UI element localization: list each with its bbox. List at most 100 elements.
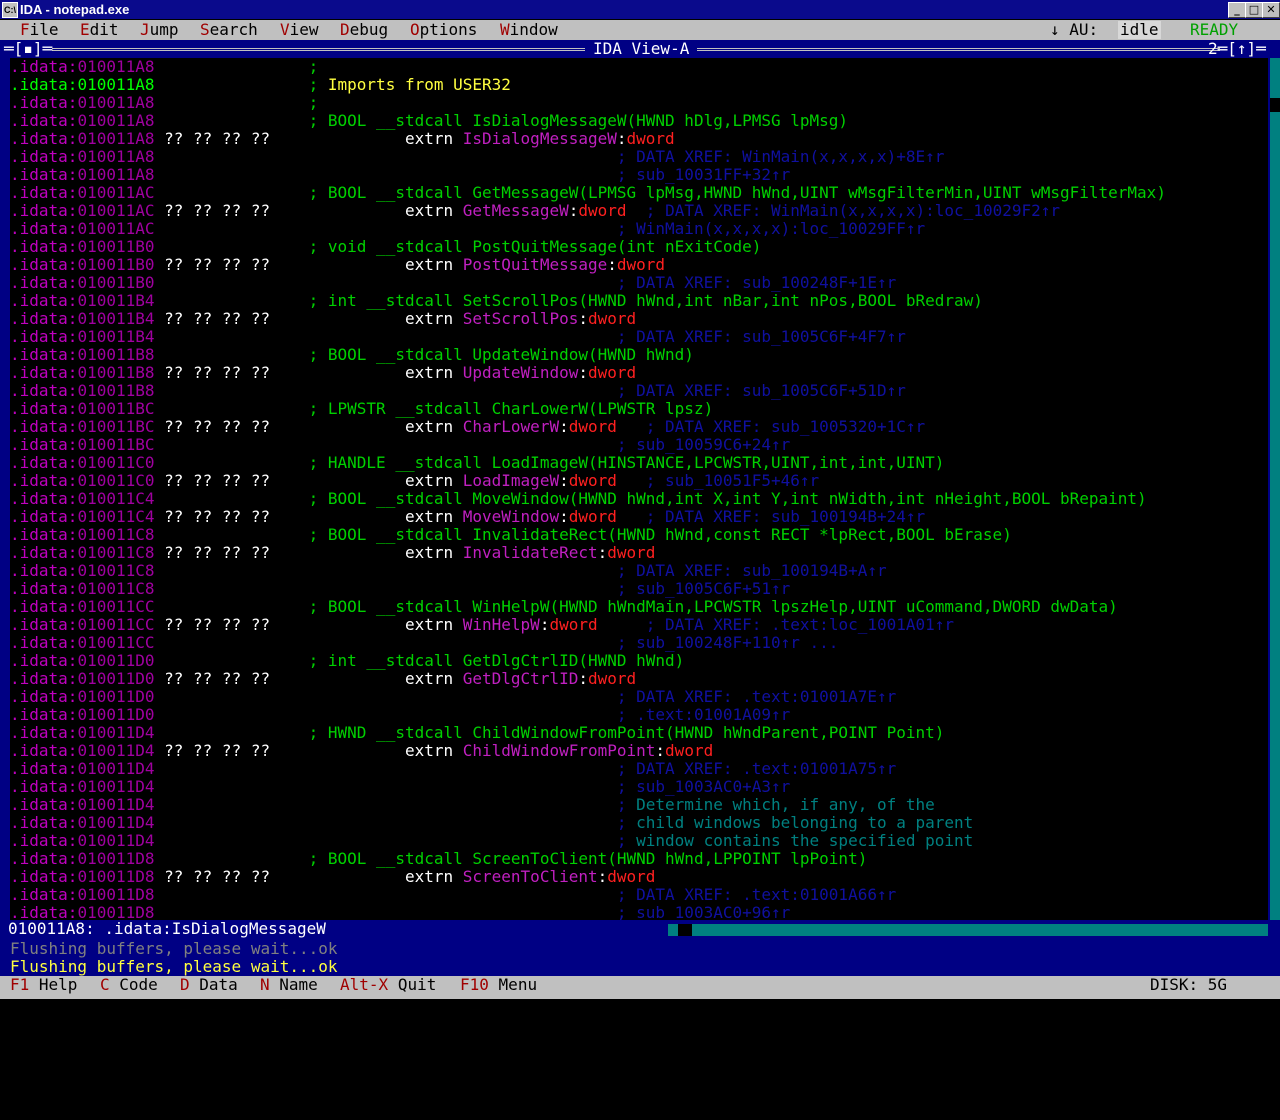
- listing-row[interactable]: .idata:010011D4 ; DATA XREF: .text:01001…: [10, 760, 1268, 778]
- row-address: 010011D4: [77, 831, 155, 850]
- row-text-nm[interactable]: UpdateWindow: [463, 363, 579, 382]
- menu-options[interactable]: Options: [410, 21, 477, 39]
- listing-row[interactable]: .idata:010011CC ; sub_100248F+110↑r ...: [10, 634, 1268, 652]
- menu-view[interactable]: View: [280, 21, 319, 39]
- listing-row[interactable]: .idata:010011D8 ; sub_1003AC0+96↑r: [10, 904, 1268, 921]
- listing-row[interactable]: .idata:010011D0 ; .text:01001A09↑r: [10, 706, 1268, 724]
- row-text-nm[interactable]: MoveWindow: [463, 507, 559, 526]
- row-address: 010011D8: [77, 867, 155, 886]
- listing-row[interactable]: .idata:010011A8 ; BOOL __stdcall IsDialo…: [10, 112, 1268, 130]
- menu-search[interactable]: Search: [200, 21, 258, 39]
- row-address: 010011C8: [77, 525, 155, 544]
- segment-prefix: .idata:: [10, 579, 78, 598]
- listing-row[interactable]: .idata:010011D4 ; child windows belongin…: [10, 814, 1268, 832]
- disassembly-listing[interactable]: .idata:010011A8 ; .idata:010011A8 ; Impo…: [10, 58, 1268, 920]
- menu-debug[interactable]: Debug: [340, 21, 388, 39]
- listing-row[interactable]: .idata:010011D4 ; sub_1003AC0+A3↑r: [10, 778, 1268, 796]
- listing-row[interactable]: .idata:010011B8 ; DATA XREF: sub_1005C6F…: [10, 382, 1268, 400]
- listing-row[interactable]: .idata:010011BC ; LPWSTR __stdcall CharL…: [10, 400, 1268, 418]
- view-zoom-button[interactable]: 2═[↑]═: [1208, 40, 1266, 58]
- listing-row[interactable]: .idata:010011A8 ; sub_10031FF+32↑r: [10, 166, 1268, 184]
- listing-row[interactable]: .idata:010011D0 ?? ?? ?? ?? extrn GetDlg…: [10, 670, 1268, 688]
- row-text-nm[interactable]: PostQuitMessage: [463, 255, 608, 274]
- row-text-nm[interactable]: SetScrollPos: [463, 309, 579, 328]
- listing-row[interactable]: .idata:010011C4 ; BOOL __stdcall MoveWin…: [10, 490, 1268, 508]
- menu-window[interactable]: Window: [500, 21, 558, 39]
- menu-jump[interactable]: Jump: [140, 21, 179, 39]
- listing-row[interactable]: .idata:010011B4 ; int __stdcall SetScrol…: [10, 292, 1268, 310]
- listing-row[interactable]: .idata:010011C8 ; BOOL __stdcall Invalid…: [10, 526, 1268, 544]
- minimize-icon[interactable]: _: [1228, 2, 1246, 18]
- row-text-nm[interactable]: InvalidateRect: [463, 543, 598, 562]
- maximize-icon[interactable]: □: [1245, 2, 1263, 18]
- listing-row[interactable]: .idata:010011AC ; BOOL __stdcall GetMess…: [10, 184, 1268, 202]
- listing-row[interactable]: .idata:010011C4 ?? ?? ?? ?? extrn MoveWi…: [10, 508, 1268, 526]
- listing-row[interactable]: .idata:010011AC ?? ?? ?? ?? extrn GetMes…: [10, 202, 1268, 220]
- listing-row[interactable]: .idata:010011A8 ?? ?? ?? ?? extrn IsDial…: [10, 130, 1268, 148]
- hscroll-thumb[interactable]: [678, 924, 692, 936]
- listing-row[interactable]: .idata:010011D0 ; int __stdcall GetDlgCt…: [10, 652, 1268, 670]
- listing-row[interactable]: .idata:010011B8 ; BOOL __stdcall UpdateW…: [10, 346, 1268, 364]
- listing-row[interactable]: .idata:010011D8 ?? ?? ?? ?? extrn Screen…: [10, 868, 1268, 886]
- horizontal-scrollbar[interactable]: [668, 924, 1268, 936]
- menu-hotkey: J: [140, 20, 150, 39]
- row-text-tp: dword: [578, 201, 627, 220]
- menu-file[interactable]: File: [20, 21, 59, 39]
- listing-row[interactable]: .idata:010011D0 ; DATA XREF: .text:01001…: [10, 688, 1268, 706]
- row-text-nm[interactable]: WinHelpW: [463, 615, 540, 634]
- listing-row[interactable]: .idata:010011B4 ; DATA XREF: sub_1005C6F…: [10, 328, 1268, 346]
- listing-row[interactable]: .idata:010011CC ; BOOL __stdcall WinHelp…: [10, 598, 1268, 616]
- row-text-nm[interactable]: ChildWindowFromPoint: [463, 741, 656, 760]
- listing-row[interactable]: .idata:010011B4 ?? ?? ?? ?? extrn SetScr…: [10, 310, 1268, 328]
- listing-row[interactable]: .idata:010011D8 ; BOOL __stdcall ScreenT…: [10, 850, 1268, 868]
- listing-row[interactable]: .idata:010011C8 ; sub_1005C6F+51↑r: [10, 580, 1268, 598]
- listing-row[interactable]: .idata:010011CC ?? ?? ?? ?? extrn WinHel…: [10, 616, 1268, 634]
- fkey-data[interactable]: D Data: [180, 976, 238, 994]
- listing-row[interactable]: .idata:010011AC ; WinMain(x,x,x,x):loc_1…: [10, 220, 1268, 238]
- row-text-nm[interactable]: IsDialogMessageW: [463, 129, 617, 148]
- listing-row[interactable]: .idata:010011D4 ?? ?? ?? ?? extrn ChildW…: [10, 742, 1268, 760]
- scroll-thumb[interactable]: [1270, 98, 1280, 112]
- listing-row[interactable]: .idata:010011C8 ?? ?? ?? ?? extrn Invali…: [10, 544, 1268, 562]
- listing-row[interactable]: .idata:010011C0 ?? ?? ?? ?? extrn LoadIm…: [10, 472, 1268, 490]
- row-text-nm[interactable]: ScreenToClient: [463, 867, 598, 886]
- menu-label: ump: [149, 20, 179, 39]
- row-text-bytes: ?? ?? ?? ??: [154, 363, 271, 382]
- listing-row[interactable]: .idata:010011A8 ;: [10, 94, 1268, 112]
- close-icon[interactable]: ✕: [1262, 2, 1280, 18]
- listing-row[interactable]: .idata:010011D4 ; window contains the sp…: [10, 832, 1268, 850]
- listing-row[interactable]: .idata:010011C0 ; HANDLE __stdcall LoadI…: [10, 454, 1268, 472]
- menu-edit[interactable]: Edit: [80, 21, 119, 39]
- listing-row[interactable]: .idata:010011A8 ; Imports from USER32: [10, 76, 1268, 94]
- row-text-xr: ; sub_1003AC0+A3↑r: [154, 777, 791, 796]
- listing-row[interactable]: .idata:010011D4 ; Determine which, if an…: [10, 796, 1268, 814]
- listing-row[interactable]: .idata:010011A8 ; DATA XREF: WinMain(x,x…: [10, 148, 1268, 166]
- listing-row[interactable]: .idata:010011BC ?? ?? ?? ?? extrn CharLo…: [10, 418, 1268, 436]
- listing-row[interactable]: .idata:010011D4 ; HWND __stdcall ChildWi…: [10, 724, 1268, 742]
- listing-row[interactable]: .idata:010011B0 ; void __stdcall PostQui…: [10, 238, 1268, 256]
- row-text-nm[interactable]: CharLowerW: [463, 417, 559, 436]
- fkey-quit[interactable]: Alt-X Quit: [340, 976, 436, 994]
- menu-hotkey: D: [340, 20, 350, 39]
- fkey-name[interactable]: N Name: [260, 976, 318, 994]
- listing-row[interactable]: .idata:010011B8 ?? ?? ?? ?? extrn Update…: [10, 364, 1268, 382]
- row-address: 010011A8: [77, 165, 155, 184]
- view-close-button[interactable]: ═[▪]═: [4, 40, 52, 58]
- listing-row[interactable]: .idata:010011BC ; sub_10059C6+24↑r: [10, 436, 1268, 454]
- disk-space: DISK: 5G: [1150, 975, 1228, 994]
- row-address: 010011C8: [77, 579, 155, 598]
- segment-prefix: .idata:: [10, 381, 78, 400]
- listing-row[interactable]: .idata:010011C8 ; DATA XREF: sub_100194B…: [10, 562, 1268, 580]
- listing-row[interactable]: .idata:010011B0 ?? ?? ?? ?? extrn PostQu…: [10, 256, 1268, 274]
- listing-row[interactable]: .idata:010011D8 ; DATA XREF: .text:01001…: [10, 886, 1268, 904]
- row-text-nm[interactable]: GetMessageW: [463, 201, 569, 220]
- vertical-scrollbar[interactable]: [1270, 58, 1280, 920]
- fkey-code[interactable]: C Code: [100, 976, 158, 994]
- fkey-help[interactable]: F1 Help: [10, 976, 77, 994]
- listing-row[interactable]: .idata:010011B0 ; DATA XREF: sub_100248F…: [10, 274, 1268, 292]
- fkey-menu[interactable]: F10 Menu: [460, 976, 537, 994]
- row-text-nm[interactable]: LoadImageW: [463, 471, 559, 490]
- row-address: 010011AC: [77, 201, 155, 220]
- row-text-nm[interactable]: GetDlgCtrlID: [463, 669, 579, 688]
- listing-row[interactable]: .idata:010011A8 ;: [10, 58, 1268, 76]
